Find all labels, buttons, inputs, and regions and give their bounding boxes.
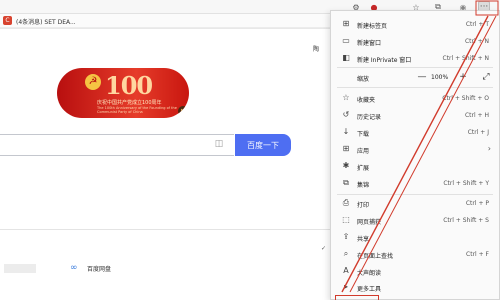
menu-item-new-window[interactable]: ▭ 新建窗口 Ctrl + N [331,33,499,49]
menu-item-web-capture[interactable]: ⬚ 网页捕获 Ctrl + Shift + S [331,212,499,228]
zoom-out-button[interactable]: — [415,70,429,84]
menu-item-more-tools[interactable]: ▸ 更多工具 [331,279,499,295]
menu-item-inprivate[interactable]: ◧ 新建 InPrivate 窗口 Ctrl + Shift + N [331,50,499,66]
menu-item-print[interactable]: ⎙ 打印 Ctrl + P [331,195,499,211]
menu-label: 更多工具 [357,286,382,293]
menu-item-read-aloud[interactable]: A 大声朗读 [331,263,499,279]
menu-shortcut: Ctrl + Shift + S [443,217,489,224]
menu-shortcut: Ctrl + H [464,112,489,119]
menu-label: 新建标签页 [357,23,388,30]
menu-label: 大声朗读 [357,270,382,277]
menu-label: 新建窗口 [357,40,382,47]
menu-item-find[interactable]: ⌕ 在页面上查找 Ctrl + F [331,246,499,262]
find-icon: ⌕ [343,249,349,258]
wangpan-icon: ∞ [70,263,78,273]
menu-label: 集锦 [357,182,370,189]
menu-label: 共享 [357,236,370,243]
camera-icon[interactable]: ◫ [213,139,225,150]
menu-label: 收藏夹 [357,97,376,104]
zoom-row: 缩放 — 100% + ⤢ [331,68,499,86]
menu-shortcut: Ctrl + F [466,251,489,258]
menu-shortcut: Ctrl + N [464,38,489,45]
fullscreen-icon[interactable]: ⤢ [479,70,493,84]
menu-label: 新建 InPrivate 窗口 [357,57,412,64]
menu-label: 扩展 [357,165,370,172]
menu-shortcut: Ctrl + T [465,21,489,28]
menu-label: 网页捕获 [357,219,382,226]
new-tab-icon: ⊞ [342,19,350,28]
wangpan-link[interactable]: 百度网盘 [87,264,111,273]
menu-item-apps[interactable]: ⊞ 应用 › [331,141,499,157]
share-icon: ⇪ [342,232,350,241]
print-icon: ⎙ [342,198,350,207]
menu-item-new-tab[interactable]: ⊞ 新建标签页 Ctrl + T [331,16,499,32]
menu-item-favorites[interactable]: ☆ 收藏夹 Ctrl + Shift + O [331,90,499,106]
download-icon: ↓ [342,127,350,136]
inprivate-icon: ◧ [342,53,350,62]
settings-menu: ⊞ 新建标签页 Ctrl + T ▭ 新建窗口 Ctrl + N ◧ 新建 In… [330,10,500,300]
menu-shortcut: Ctrl + Shift + O [442,95,489,102]
menu-label: 历史记录 [357,114,382,121]
menu-shortcut: Ctrl + P [465,200,489,207]
menu-shortcut: Ctrl + Shift + Y [443,180,489,187]
web-capture-icon: ⬚ [342,215,350,224]
party-emblem-icon: ☭ [85,74,101,90]
blurred-link[interactable] [4,264,36,273]
banner-subtitle: The 100th Anniversary of the Founding of… [97,106,177,114]
menu-separator [337,87,493,88]
highlight-box [335,295,379,300]
bookmark-item[interactable]: (4条消息) SET DEA... [16,17,76,26]
banner-title: 庆祝中国共产党成立100周年 [97,100,162,106]
menu-item-history[interactable]: ↺ 历史记录 Ctrl + H [331,107,499,123]
collections-icon: ⧉ [343,178,349,187]
apps-icon: ⊞ [342,144,350,153]
favorites-icon: ☆ [342,93,350,102]
more-tools-icon: ▸ [343,282,348,291]
menu-item-downloads[interactable]: ↓ 下载 Ctrl + J [331,124,499,140]
doodle-banner[interactable]: ☭ 100 庆祝中国共产党成立100周年 The 100th Anniversa… [57,68,189,118]
menu-shortcut: Ctrl + J [467,129,489,136]
chevron-right-icon: › [487,144,491,153]
search-input[interactable] [0,134,234,156]
content-divider [0,229,330,230]
new-window-icon: ▭ [342,36,350,45]
extensions-icon: ✱ [342,161,350,170]
menu-item-collections[interactable]: ⧉ 集锦 Ctrl + Shift + Y [331,175,499,191]
menu-label: 下载 [357,131,370,138]
menu-item-extensions[interactable]: ✱ 扩展 [331,158,499,174]
menu-label: 打印 [357,202,370,209]
zoom-level: 100% [431,74,449,81]
play-icon[interactable]: ▶ [178,106,188,116]
menu-label: 应用 [357,148,370,155]
read-aloud-icon: A [343,266,349,275]
zoom-label: 缩放 [357,76,370,83]
search-button[interactable]: 百度一下 [235,134,291,156]
menu-shortcut: Ctrl + Shift + N [442,55,490,62]
menu-item-share[interactable]: ⇪ 共享 [331,229,499,245]
browser-window: ⚙ ● ☆ ⧉ ◉ ··· C (4条消息) SET DEA... 陶 ☭ 10… [0,0,500,300]
zoom-in-button[interactable]: + [456,70,470,84]
clipped-link-text[interactable]: 陶 [313,44,319,53]
csdn-favicon: C [3,16,12,25]
history-icon: ↺ [342,110,350,119]
menu-label: 在页面上查找 [357,253,394,260]
banner-number: 100 [105,71,153,100]
